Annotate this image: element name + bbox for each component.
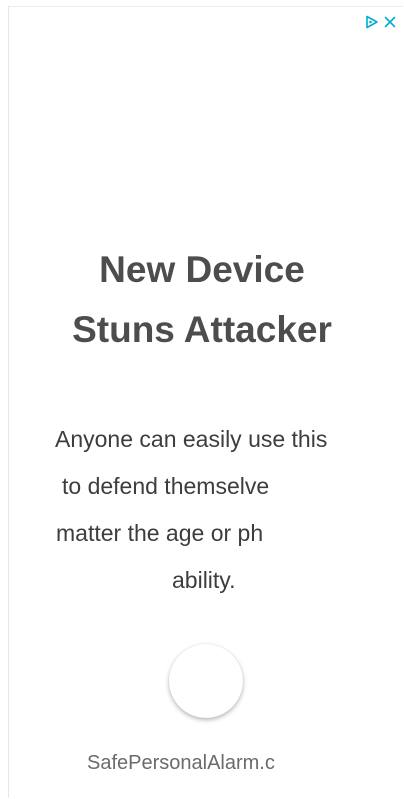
- adchoices-icon[interactable]: [365, 15, 379, 29]
- advertiser-domain[interactable]: SafePersonalAlarm.c: [87, 749, 294, 777]
- body-line-4: ability.: [172, 567, 236, 593]
- body-line-3: matter the age or ph: [56, 520, 264, 546]
- body-line-1: Anyone can easily use this: [55, 426, 328, 452]
- ad-headline[interactable]: New Device Stuns Attacker: [0, 240, 404, 360]
- headline-line-2[interactable]: Stuns Attacker: [0, 300, 404, 360]
- body-line-2: to defend themselve: [62, 473, 270, 499]
- adchoices-bar[interactable]: [365, 15, 397, 29]
- headline-line-1[interactable]: New Device: [0, 240, 404, 300]
- close-icon[interactable]: [383, 15, 397, 29]
- cta-button[interactable]: [169, 644, 243, 718]
